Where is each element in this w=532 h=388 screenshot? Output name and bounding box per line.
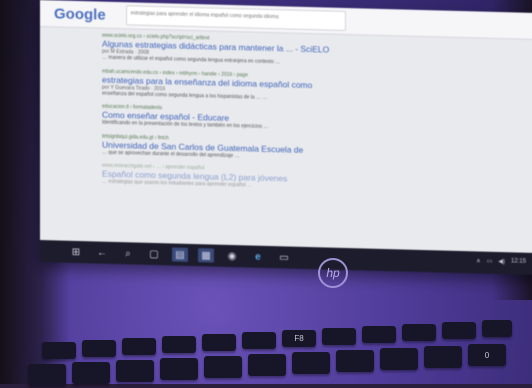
search-result: mbah.ucamcendo.edu.co › index › rebhyrm … — [102, 68, 352, 103]
keyboard: F8 0 — [20, 318, 532, 388]
volume-icon[interactable]: ◀) — [498, 258, 505, 265]
edge-browser-icon[interactable]: e — [250, 249, 266, 263]
windows-start-icon[interactable]: ⊞ — [68, 245, 84, 259]
keyboard-key[interactable] — [122, 338, 156, 355]
keyboard-key[interactable] — [442, 322, 476, 339]
keyboard-key[interactable] — [242, 332, 276, 349]
keyboard-key[interactable] — [28, 364, 66, 386]
laptop-screen: Google estrategias para aprender el idio… — [40, 0, 532, 276]
keyboard-key[interactable] — [292, 352, 330, 374]
keyboard-key[interactable] — [380, 348, 418, 370]
tray-chevron-icon[interactable]: ∧ — [476, 257, 480, 264]
keyboard-key[interactable] — [362, 326, 396, 343]
hp-logo: hp — [318, 258, 348, 288]
keyboard-key[interactable] — [82, 340, 116, 357]
keyboard-key[interactable] — [248, 354, 286, 376]
keyboard-key[interactable] — [424, 346, 462, 368]
keyboard-key[interactable] — [336, 350, 374, 372]
keyboard-key[interactable] — [72, 362, 110, 384]
search-result: www.researchgate.net › … › aprender espa… — [102, 163, 352, 192]
keyboard-key[interactable] — [204, 356, 242, 378]
app-icon[interactable]: ◉ — [224, 249, 240, 263]
file-explorer-icon[interactable]: ▤ — [172, 247, 188, 262]
search-result: www.scielo.org.co › scielo.php?script=sc… — [102, 33, 352, 68]
search-result: educacion.tl › formatadenls Como enseñar… — [102, 104, 352, 133]
clock-text[interactable]: 12:15 — [511, 258, 526, 265]
folder-icon[interactable]: ▭ — [276, 250, 292, 264]
google-logo[interactable]: Google — [54, 5, 106, 23]
keyboard-key[interactable] — [202, 334, 236, 351]
keyboard-key[interactable] — [116, 360, 154, 382]
search-result: tetsignbiqui.gida.edu.gt › fetch Univers… — [102, 133, 352, 162]
keyboard-key[interactable] — [322, 328, 356, 345]
keyboard-key[interactable] — [482, 320, 512, 337]
search-input[interactable]: estrategias para aprender el idioma espa… — [125, 5, 346, 32]
keyboard-key[interactable] — [162, 336, 196, 353]
keyboard-key[interactable] — [402, 324, 436, 341]
keyboard-key-0[interactable]: 0 — [468, 344, 506, 366]
keyboard-key-f8[interactable]: F8 — [282, 330, 316, 347]
battery-icon[interactable]: ▭ — [487, 258, 493, 265]
store-icon[interactable]: ▦ — [198, 248, 214, 263]
task-view-icon[interactable]: ▢ — [146, 247, 162, 261]
search-icon[interactable]: ⌕ — [120, 246, 136, 260]
back-arrow-icon[interactable]: ← — [94, 245, 110, 259]
keyboard-key[interactable] — [42, 342, 76, 359]
search-results: www.scielo.org.co › scielo.php?script=sc… — [40, 27, 532, 197]
keyboard-key[interactable] — [160, 358, 198, 380]
system-tray: ∧ ▭ ◀) 12:15 — [476, 257, 526, 265]
